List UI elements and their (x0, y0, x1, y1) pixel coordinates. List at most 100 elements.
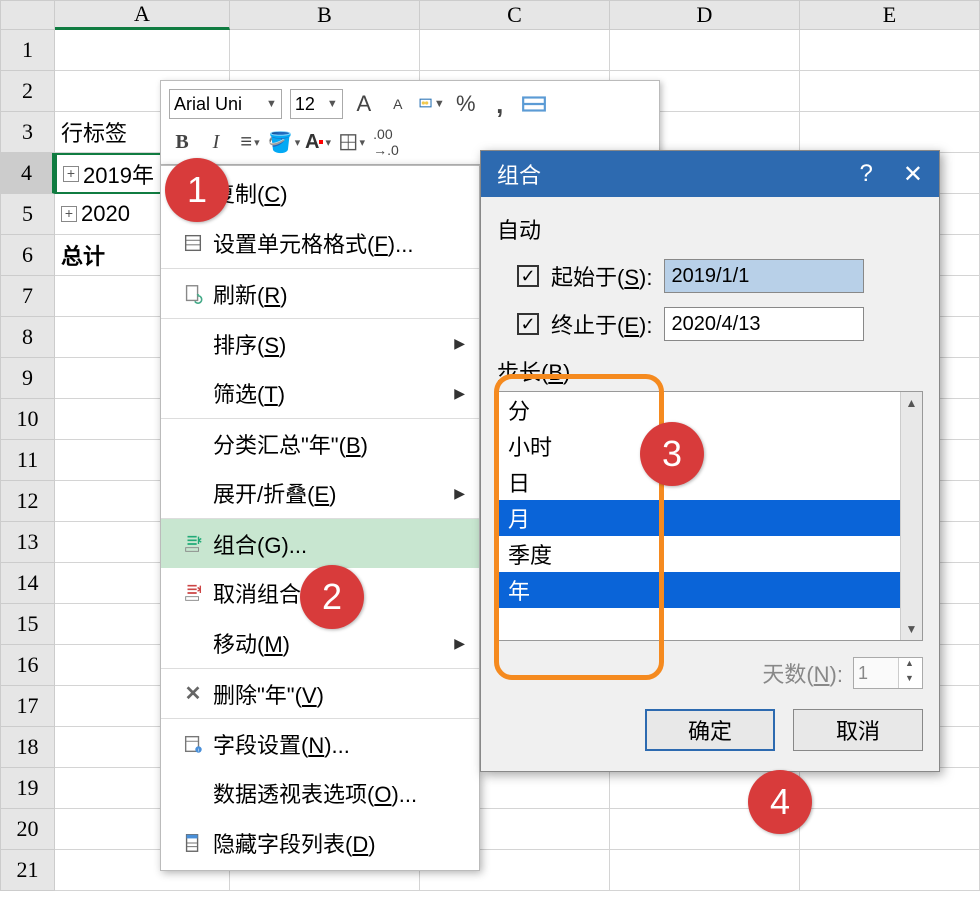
listbox-scrollbar[interactable]: ▲ ▼ (900, 392, 922, 640)
spin-down-icon[interactable]: ▼ (899, 673, 920, 688)
col-header-A[interactable]: A (55, 0, 230, 30)
menu-move-label: 移动(M) (213, 627, 454, 659)
scroll-up-icon[interactable]: ▲ (901, 392, 922, 414)
cell-E2[interactable] (800, 71, 980, 112)
row-header-6[interactable]: 6 (0, 235, 55, 276)
cell-E1[interactable] (800, 30, 980, 71)
step-listbox[interactable]: 分小时日月季度年 ▲ ▼ (497, 391, 923, 641)
cell-E20[interactable] (800, 809, 980, 850)
row-header-11[interactable]: 11 (0, 440, 55, 481)
font-color-button[interactable]: A▾ (305, 129, 331, 155)
row-header-15[interactable]: 15 (0, 604, 55, 645)
dialog-titlebar[interactable]: 组合 ? ✕ (481, 151, 939, 197)
row-header-5[interactable]: 5 (0, 194, 55, 235)
accounting-format-button[interactable]: ▼ (419, 91, 445, 117)
increase-font-button[interactable]: A (351, 91, 377, 117)
start-input[interactable] (664, 259, 864, 293)
row-header-7[interactable]: 7 (0, 276, 55, 317)
scroll-down-icon[interactable]: ▼ (901, 618, 922, 640)
row-header-17[interactable]: 17 (0, 686, 55, 727)
cell-E21[interactable] (800, 850, 980, 891)
menu-pivot-options[interactable]: 数据透视表选项(O)... (161, 768, 479, 818)
select-all-corner[interactable] (0, 0, 55, 30)
cell-E3[interactable] (800, 112, 980, 153)
end-input[interactable] (664, 307, 864, 341)
ok-button[interactable]: 确定 (645, 709, 775, 751)
format-cells-icon (173, 232, 213, 254)
row-header-14[interactable]: 14 (0, 563, 55, 604)
menu-format-cells[interactable]: 设置单元格格式(F)... (161, 218, 479, 268)
comma-format-button[interactable]: , (487, 91, 513, 117)
cell-D1[interactable] (610, 30, 800, 71)
refresh-icon (173, 283, 213, 305)
expand-icon[interactable]: + (61, 206, 77, 222)
row-header-8[interactable]: 8 (0, 317, 55, 358)
step-option[interactable]: 年 (498, 572, 900, 608)
merge-button[interactable] (521, 91, 547, 117)
cell-B1[interactable] (230, 30, 420, 71)
menu-sort[interactable]: 排序(S) ▶ (161, 318, 479, 368)
days-input[interactable] (854, 658, 898, 688)
cell-D21[interactable] (610, 850, 800, 891)
fill-color-button[interactable]: 🪣▾ (271, 129, 297, 155)
borders-button[interactable]: ▾ (339, 129, 365, 155)
menu-filter-label: 筛选(T) (213, 377, 454, 409)
dialog-close-button[interactable]: ✕ (903, 160, 923, 189)
row-header-4[interactable]: 4 (0, 153, 55, 194)
menu-filter[interactable]: 筛选(T) ▶ (161, 368, 479, 418)
start-label: 起始于(S): (551, 260, 652, 292)
row-header-3[interactable]: 3 (0, 112, 55, 153)
menu-copy-label: 复制(C) (213, 177, 479, 209)
increase-decimal-button[interactable]: .00→.0 (373, 129, 399, 155)
row-header-21[interactable]: 21 (0, 850, 55, 891)
cell-C1[interactable] (420, 30, 610, 71)
dialog-help-button[interactable]: ? (860, 160, 873, 188)
decrease-font-button[interactable]: A (385, 91, 411, 117)
row-header-16[interactable]: 16 (0, 645, 55, 686)
font-name-input[interactable] (174, 94, 264, 115)
spin-up-icon[interactable]: ▲ (899, 658, 920, 673)
row-header-13[interactable]: 13 (0, 522, 55, 563)
font-size-input[interactable] (295, 94, 325, 115)
menu-refresh[interactable]: 刷新(R) (161, 268, 479, 318)
start-checkbox[interactable]: ✓ (517, 265, 539, 287)
bold-button[interactable]: B (169, 129, 195, 155)
font-name-combo[interactable]: ▼ (169, 89, 282, 119)
end-checkbox[interactable]: ✓ (517, 313, 539, 335)
row-header-9[interactable]: 9 (0, 358, 55, 399)
row-header-2[interactable]: 2 (0, 71, 55, 112)
menu-hide-field-list[interactable]: 隐藏字段列表(D) (161, 818, 479, 868)
font-size-combo[interactable]: ▼ (290, 89, 343, 119)
col-header-B[interactable]: B (230, 0, 420, 30)
menu-field-settings[interactable]: i 字段设置(N)... (161, 718, 479, 768)
cell-A1[interactable] (55, 30, 230, 71)
col-header-C[interactable]: C (420, 0, 610, 30)
align-button[interactable]: ≡▾ (237, 129, 263, 155)
expand-icon[interactable]: + (63, 166, 79, 182)
row-header-1[interactable]: 1 (0, 30, 55, 71)
menu-subtotal[interactable]: 分类汇总"年"(B) (161, 418, 479, 468)
submenu-arrow-icon: ▶ (454, 385, 479, 402)
cell-E19[interactable] (800, 768, 980, 809)
row-header-10[interactable]: 10 (0, 399, 55, 440)
row-header-19[interactable]: 19 (0, 768, 55, 809)
cancel-button[interactable]: 取消 (793, 709, 923, 751)
ungroup-icon (173, 582, 213, 604)
menu-group[interactable]: 组合(G)... (161, 518, 479, 568)
field-list-icon (173, 832, 213, 854)
step-option[interactable]: 分 (498, 392, 900, 428)
row-header-20[interactable]: 20 (0, 809, 55, 850)
italic-button[interactable]: I (203, 129, 229, 155)
percent-format-button[interactable]: % (453, 91, 479, 117)
days-spinner[interactable]: ▲▼ (853, 657, 923, 689)
menu-subtotal-label: 分类汇总"年"(B) (213, 428, 479, 460)
row-header-12[interactable]: 12 (0, 481, 55, 522)
step-option[interactable]: 季度 (498, 536, 900, 572)
menu-expand-collapse[interactable]: 展开/折叠(E) ▶ (161, 468, 479, 518)
auto-section-label: 自动 (497, 213, 923, 245)
col-header-D[interactable]: D (610, 0, 800, 30)
col-header-E[interactable]: E (800, 0, 980, 30)
step-option[interactable]: 月 (498, 500, 900, 536)
menu-delete[interactable]: ✕ 删除"年"(V) (161, 668, 479, 718)
row-header-18[interactable]: 18 (0, 727, 55, 768)
